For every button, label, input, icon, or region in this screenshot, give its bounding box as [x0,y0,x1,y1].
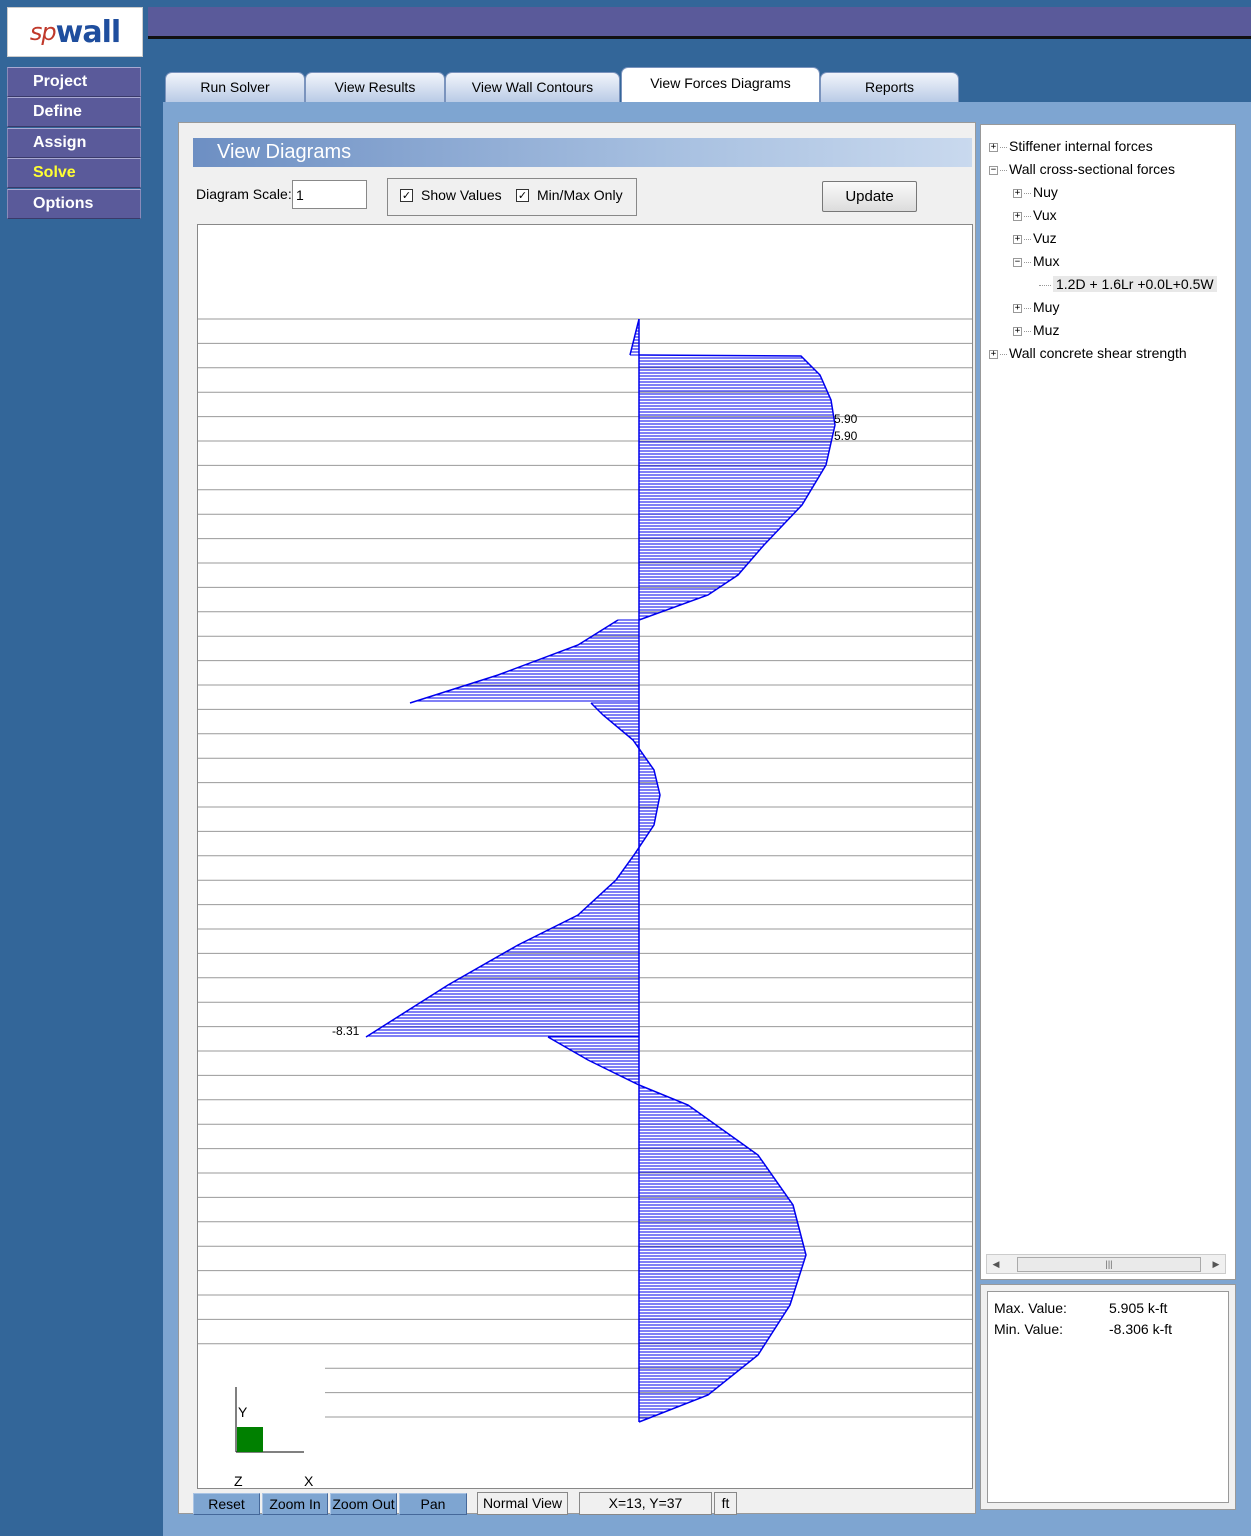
tree-label: Nuy [1033,184,1058,200]
nav-assign[interactable]: Assign [7,128,141,158]
max-value-caption: Max. Value: [994,1300,1067,1316]
scroll-right-icon[interactable]: ▶ [1209,1257,1223,1272]
tree-item-vuz[interactable]: + Vuz [1013,228,1057,248]
app-logo: sp wall [7,7,143,57]
show-values-checkbox[interactable]: ✓ [400,189,413,202]
max-value-label: 5.90 [834,412,858,426]
forces-diagram-canvas[interactable]: 5.90 5.90 -8.31 Y Z X [197,224,973,1489]
tree-label: Stiffener internal forces [1009,138,1153,154]
nav-solve[interactable]: Solve [7,158,141,188]
moment-diagram: 5.90 5.90 -8.31 [198,318,972,1423]
minmax-only-label: Min/Max Only [537,187,623,203]
expand-icon[interactable]: + [1013,303,1022,313]
diagram-grid [198,318,972,1418]
tree-label: Vux [1033,207,1057,223]
min-value-caption: Min. Value: [994,1321,1063,1337]
minmax-only-checkbox[interactable]: ✓ [516,189,529,202]
max-value-label-2: 5.90 [834,429,858,443]
diagram-scale-label: Diagram Scale: [196,186,292,202]
zoom-in-button[interactable]: Zoom In [262,1493,328,1515]
tree-item-wall-cross-sectional[interactable]: − Wall cross-sectional forces [989,159,1175,179]
tab-view-wall-contours[interactable]: View Wall Contours [445,72,620,102]
pan-button[interactable]: Pan [399,1493,467,1515]
expand-icon[interactable]: + [989,349,998,359]
tree-item-stiffener[interactable]: + Stiffener internal forces [989,136,1153,156]
expand-icon[interactable]: + [1013,326,1022,336]
tree-item-load-combo[interactable]: 1.2D + 1.6Lr +0.0L+0.5W [1039,274,1217,294]
tree-label: Wall cross-sectional forces [1009,161,1175,177]
nav-define[interactable]: Define [7,97,141,127]
tree-item-muz[interactable]: + Muz [1013,320,1059,340]
min-value-row: Min. Value: -8.306 k-ft [994,1321,1172,1337]
expand-icon[interactable]: + [1013,211,1022,221]
tab-run-solver[interactable]: Run Solver [165,72,305,102]
tree-label-selected: 1.2D + 1.6Lr +0.0L+0.5W [1053,276,1217,292]
units-status: ft [714,1492,737,1515]
scroll-left-icon[interactable]: ◀ [989,1257,1003,1272]
tree-item-mux[interactable]: − Mux [1013,251,1059,271]
axis-y-label: Y [238,1404,248,1420]
tree-label: Muy [1033,299,1060,315]
axes-indicator: Y Z X [198,1363,325,1489]
min-value-label: -8.31 [332,1024,360,1038]
logo-prefix: sp [29,18,57,46]
update-button[interactable]: Update [822,181,917,212]
results-tree: + Stiffener internal forces − Wall cross-s… [980,124,1236,1280]
tree-item-muy[interactable]: + Muy [1013,297,1059,317]
tree-label: Muz [1033,322,1060,338]
view-diagrams-header: View Diagrams [193,138,972,167]
tree-horizontal-scrollbar[interactable]: ◀ ||| ▶ [986,1254,1226,1274]
tree-label: Wall concrete shear strength [1009,345,1187,361]
expand-icon[interactable]: + [989,142,998,152]
min-max-values-panel: Max. Value: 5.905 k-ft Min. Value: -8.30… [980,1284,1236,1510]
diagram-scale-input[interactable] [292,180,367,209]
expand-icon[interactable]: + [1013,234,1022,244]
reset-button[interactable]: Reset [193,1493,260,1515]
sidebar: sp wall Project Define Assign Solve Optio… [0,0,148,1536]
expand-icon[interactable]: + [1013,188,1022,198]
logo-main: wall [55,14,122,50]
coordinates-status: X=13, Y=37 [579,1492,712,1515]
tree-label: Vuz [1033,230,1057,246]
zoom-out-button[interactable]: Zoom Out [330,1493,397,1515]
diagram-hatch [367,321,835,1422]
collapse-icon[interactable]: − [1013,257,1022,267]
collapse-icon[interactable]: − [989,165,998,175]
z-axis-marker [237,1427,263,1452]
tab-reports[interactable]: Reports [820,72,959,102]
max-value: 5.905 k-ft [1109,1300,1168,1316]
min-value: -8.306 k-ft [1109,1321,1173,1337]
title-bar [148,7,1251,39]
tree-label: Mux [1033,253,1060,269]
tree-item-nuy[interactable]: + Nuy [1013,182,1058,202]
nav-project[interactable]: Project [7,67,141,97]
scrollbar-thumb[interactable]: ||| [1017,1257,1201,1272]
tab-view-results[interactable]: View Results [305,72,445,102]
nav-options[interactable]: Options [7,189,141,219]
diagram-outline-segment [365,702,661,1038]
display-options: ✓ Show Values ✓ Min/Max Only [387,178,637,216]
max-value-row: Max. Value: 5.905 k-ft [994,1300,1167,1316]
tree-item-vux[interactable]: + Vux [1013,205,1057,225]
axis-x-label: X [304,1473,314,1489]
view-mode-status: Normal View [477,1492,568,1515]
tree-item-shear-strength[interactable]: + Wall concrete shear strength [989,343,1187,363]
show-values-label: Show Values [421,187,502,203]
axis-z-label: Z [234,1473,243,1489]
tab-view-forces-diagrams[interactable]: View Forces Diagrams [621,67,820,103]
